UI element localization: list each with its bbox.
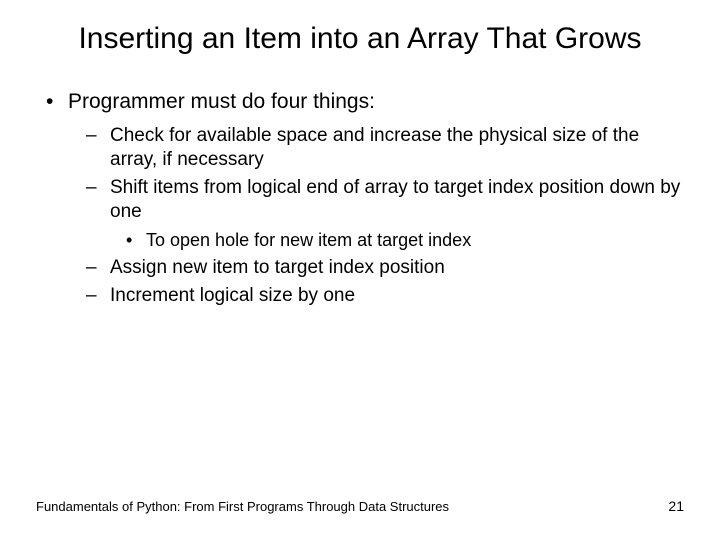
slide-title: Inserting an Item into an Array That Gro… xyxy=(50,20,670,58)
page-number: 21 xyxy=(668,498,684,514)
bullet-l2: Check for available space and increase t… xyxy=(68,124,684,173)
bullet-l2-text: Shift items from logical end of array to… xyxy=(110,177,680,222)
bullet-l2-text: Increment logical size by one xyxy=(110,285,355,306)
bullet-l2: Shift items from logical end of array to… xyxy=(68,176,684,252)
bullet-l2: Assign new item to target index position xyxy=(68,256,684,280)
bullet-l2: Increment logical size by one xyxy=(68,284,684,308)
footer-source: Fundamentals of Python: From First Progr… xyxy=(36,499,449,514)
bullet-l2-text: Check for available space and increase t… xyxy=(110,125,639,170)
bullet-l2-text: Assign new item to target index position xyxy=(110,257,445,278)
bullet-l3: To open hole for new item at target inde… xyxy=(110,229,684,252)
bullet-l1-text: Programmer must do four things: xyxy=(68,90,375,113)
slide-content: Programmer must do four things: Check fo… xyxy=(0,90,720,309)
bullet-l3-text: To open hole for new item at target inde… xyxy=(146,230,471,250)
slide-footer: Fundamentals of Python: From First Progr… xyxy=(36,498,684,514)
bullet-l1: Programmer must do four things: Check fo… xyxy=(36,90,684,309)
